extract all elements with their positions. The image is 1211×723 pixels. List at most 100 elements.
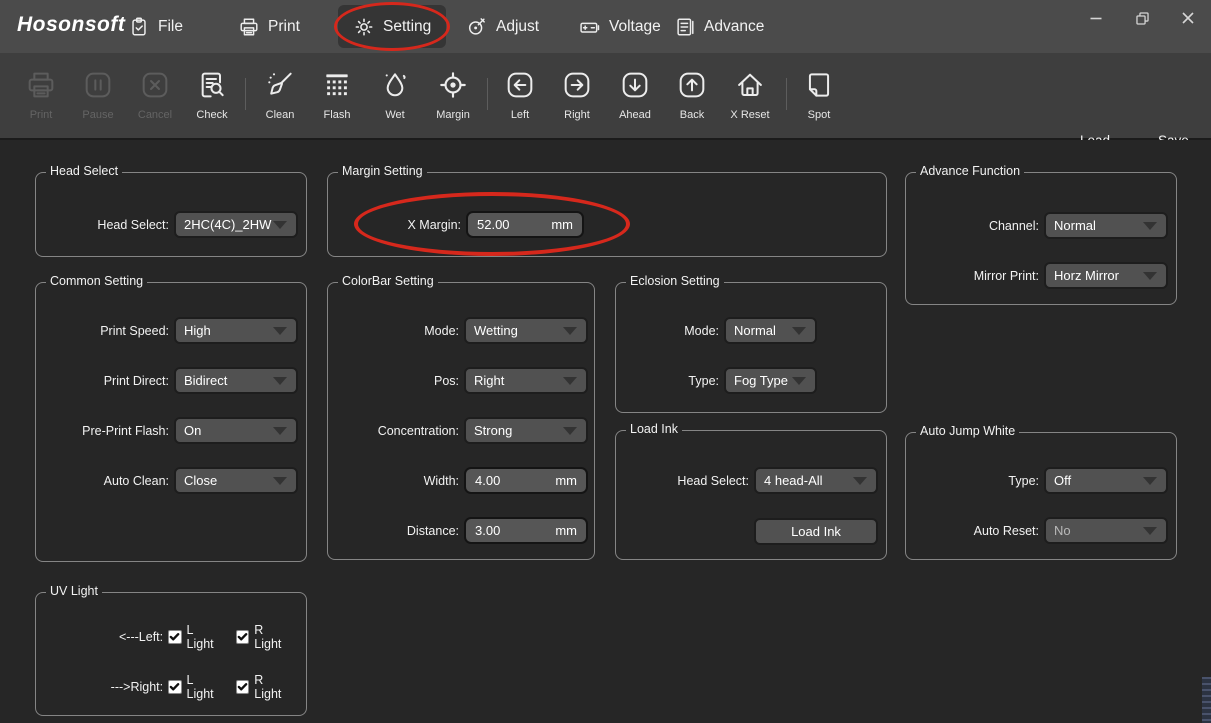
- x-margin-label: X Margin:: [338, 218, 461, 232]
- toolbar-check[interactable]: Check: [183, 59, 241, 137]
- panel-head-select: Head Select Head Select: 2HC(4C)_2HW: [35, 172, 307, 257]
- print-speed-dropdown[interactable]: High: [174, 317, 298, 344]
- window-controls: [1081, 4, 1203, 32]
- eclosion-type-label: Type:: [626, 374, 719, 388]
- colorbar-distance-label: Distance:: [338, 524, 459, 538]
- chevron-down-icon: [1143, 272, 1157, 280]
- panel-title: Head Select: [46, 164, 122, 178]
- chevron-down-icon: [792, 327, 806, 335]
- eclosion-mode-label: Mode:: [626, 324, 719, 338]
- colorbar-distance-input[interactable]: 3.00 mm: [464, 517, 588, 544]
- app-logo: Hosonsoft: [17, 13, 125, 37]
- close-button[interactable]: [1173, 4, 1203, 32]
- app-window: Hosonsoft File Print: [0, 0, 1211, 723]
- menu-item-setting[interactable]: Setting: [338, 5, 446, 48]
- arrow-up-icon: [676, 59, 708, 101]
- toolbar-divider: [245, 78, 246, 110]
- panel-title: Common Setting: [46, 274, 147, 288]
- toolbar-wet[interactable]: Wet: [366, 59, 424, 137]
- menu-item-voltage[interactable]: Voltage: [578, 0, 661, 53]
- home-icon: [734, 59, 766, 101]
- panel-colorbar-setting: ColorBar Setting Mode: Wetting Pos: Righ…: [327, 282, 595, 560]
- uv-left-r-light-checkbox[interactable]: [236, 630, 249, 644]
- load-ink-button[interactable]: Load Ink: [754, 518, 878, 545]
- toolbar-right[interactable]: Right: [548, 59, 606, 137]
- eclosion-mode-dropdown[interactable]: Normal: [724, 317, 817, 344]
- dropdown-value: 4 head-All: [764, 473, 823, 488]
- uv-left-label: <---Left:: [46, 630, 163, 644]
- toolbar-spot[interactable]: Spot: [790, 59, 848, 137]
- panel-auto-jump-white: Auto Jump White Type: Off Auto Reset: No: [905, 432, 1177, 560]
- head-select-dropdown[interactable]: 2HC(4C)_2HW: [174, 211, 298, 238]
- mirror-print-label: Mirror Print:: [916, 269, 1039, 283]
- menu-item-advance[interactable]: Advance: [674, 0, 764, 53]
- chevron-down-icon: [273, 377, 287, 385]
- colorbar-pos-label: Pos:: [338, 374, 459, 388]
- chevron-down-icon: [273, 477, 287, 485]
- toolbar-flash[interactable]: Flash: [308, 59, 366, 137]
- toolbar-ahead[interactable]: Ahead: [606, 59, 664, 137]
- menu-item-label: Voltage: [609, 18, 661, 36]
- unit-label: mm: [555, 473, 577, 488]
- print-direct-dropdown[interactable]: Bidirect: [174, 367, 298, 394]
- eclosion-type-dropdown[interactable]: Fog Type: [724, 367, 817, 394]
- dropdown-value: Normal: [1054, 218, 1096, 233]
- toolbar-margin[interactable]: Margin: [424, 59, 482, 137]
- printer-icon: [238, 16, 260, 38]
- auto-clean-dropdown[interactable]: Close: [174, 467, 298, 494]
- chevron-down-icon: [273, 327, 287, 335]
- unit-label: mm: [555, 523, 577, 538]
- dropdown-value: Off: [1054, 473, 1071, 488]
- settings-content: Head Select Head Select: 2HC(4C)_2HW Mar…: [0, 140, 1211, 723]
- dropdown-value: Normal: [734, 323, 776, 338]
- panel-load-ink: Load Ink Head Select: 4 head-All Load In…: [615, 430, 887, 560]
- toolbar-x-reset[interactable]: X Reset: [721, 59, 779, 137]
- colorbar-pos-dropdown[interactable]: Right: [464, 367, 588, 394]
- pre-print-flash-label: Pre-Print Flash:: [46, 424, 169, 438]
- mirror-print-dropdown[interactable]: Horz Mirror: [1044, 262, 1168, 289]
- menu-item-label: Adjust: [496, 18, 539, 36]
- channel-dropdown[interactable]: Normal: [1044, 212, 1168, 239]
- chevron-down-icon: [1143, 222, 1157, 230]
- uv-right-label: --->Right:: [46, 680, 163, 694]
- uv-left-l-light-checkbox[interactable]: [168, 630, 181, 644]
- pause-icon: [82, 59, 114, 101]
- minimize-button[interactable]: [1081, 4, 1111, 32]
- toolbar-left[interactable]: Left: [491, 59, 549, 137]
- menu-item-print[interactable]: Print: [238, 0, 300, 53]
- chevron-down-icon: [563, 427, 577, 435]
- x-margin-input[interactable]: 52.00 mm: [466, 211, 584, 238]
- dropdown-value: Right: [474, 373, 504, 388]
- colorbar-mode-label: Mode:: [338, 324, 459, 338]
- uv-right-l-light-label: L Light: [187, 673, 222, 701]
- menu-item-label: Setting: [383, 18, 431, 36]
- jump-type-dropdown[interactable]: Off: [1044, 467, 1168, 494]
- panel-title: Eclosion Setting: [626, 274, 724, 288]
- restore-button[interactable]: [1127, 4, 1157, 32]
- toolbar-cancel: Cancel: [126, 59, 184, 137]
- uv-right-r-light-checkbox[interactable]: [236, 680, 249, 694]
- chevron-down-icon: [853, 477, 867, 485]
- toolbar-back[interactable]: Back: [663, 59, 721, 137]
- chevron-down-icon: [273, 427, 287, 435]
- menu-item-file[interactable]: File: [128, 0, 183, 53]
- auto-reset-dropdown[interactable]: No: [1044, 517, 1168, 544]
- panel-eclosion-setting: Eclosion Setting Mode: Normal Type: Fog …: [615, 282, 887, 413]
- uv-right-l-light-checkbox[interactable]: [168, 680, 181, 694]
- arrow-down-icon: [619, 59, 651, 101]
- uv-left-r-light-label: R Light: [254, 623, 292, 651]
- chevron-down-icon: [1143, 477, 1157, 485]
- panel-title: UV Light: [46, 584, 102, 598]
- chevron-down-icon: [563, 377, 577, 385]
- load-ink-head-select-dropdown[interactable]: 4 head-All: [754, 467, 878, 494]
- toolbar-divider: [487, 78, 488, 110]
- menu-item-adjust[interactable]: Adjust: [466, 0, 539, 53]
- clipboard-icon: [128, 16, 150, 38]
- colorbar-width-input[interactable]: 4.00 mm: [464, 467, 588, 494]
- pre-print-flash-dropdown[interactable]: On: [174, 417, 298, 444]
- toolbar-clean[interactable]: Clean: [251, 59, 309, 137]
- colorbar-mode-dropdown[interactable]: Wetting: [464, 317, 588, 344]
- dropdown-value: 2HC(4C)_2HW: [184, 217, 271, 232]
- panel-title: Auto Jump White: [916, 424, 1019, 438]
- colorbar-concentration-dropdown[interactable]: Strong: [464, 417, 588, 444]
